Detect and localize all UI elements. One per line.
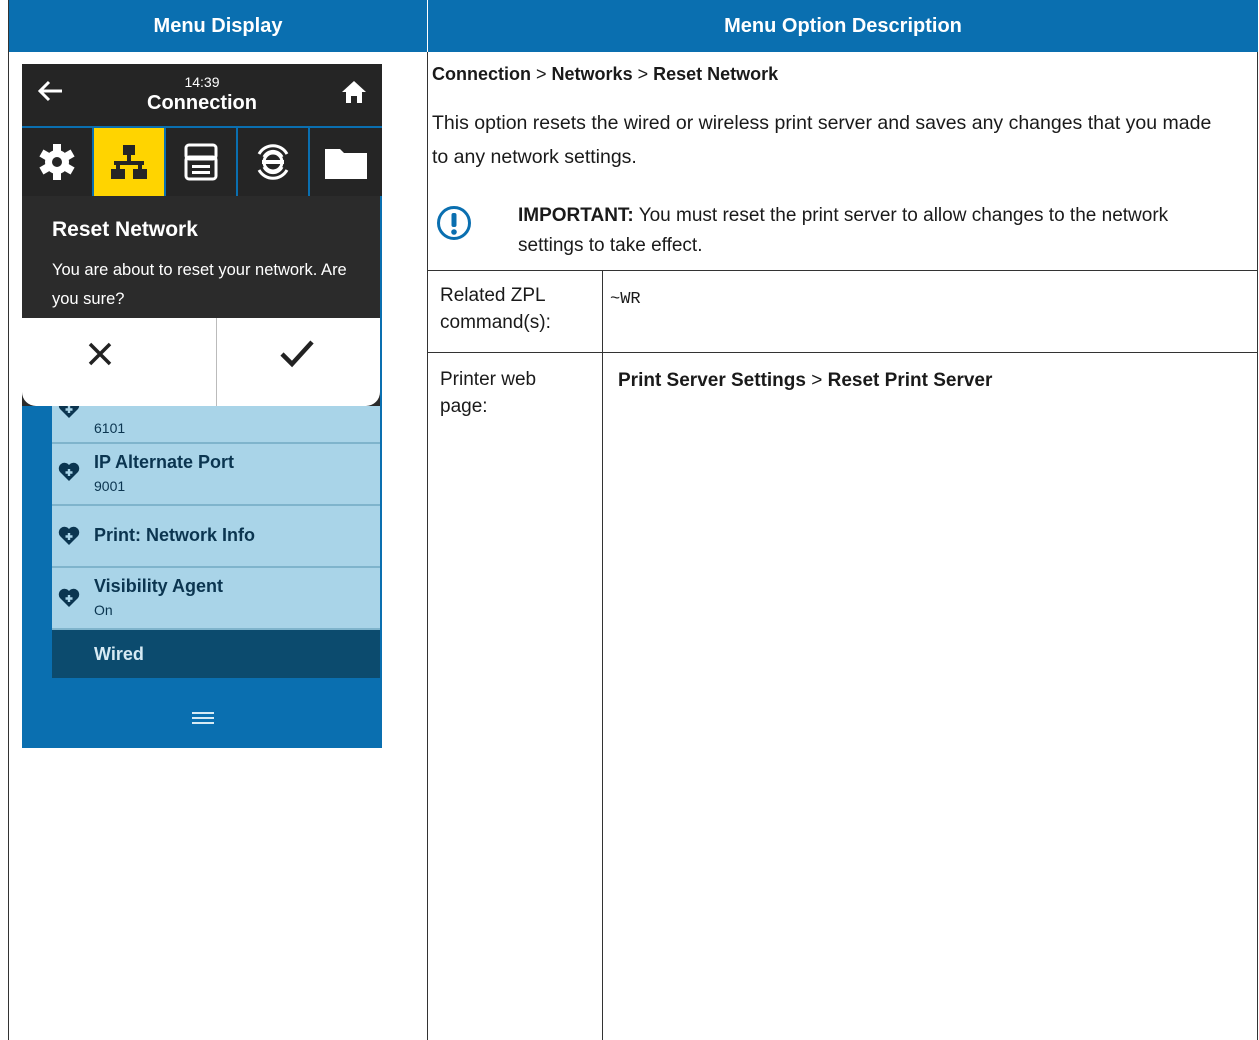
path-connection: Connection bbox=[432, 64, 531, 84]
heart-plus-icon bbox=[58, 462, 80, 481]
zpl-label: Related ZPL command(s): bbox=[440, 282, 551, 336]
heart-plus-icon bbox=[58, 588, 80, 607]
network-icon bbox=[111, 145, 147, 179]
section-wired-label: Wired bbox=[94, 644, 144, 664]
list-item-visibility-agent[interactable]: Visibility Agent On bbox=[52, 568, 380, 630]
path-separator: > bbox=[637, 64, 649, 84]
zpl-label-line2: command(s): bbox=[440, 312, 551, 333]
path-networks: Networks bbox=[551, 64, 633, 84]
dialog-button-divider bbox=[216, 318, 217, 406]
web-page-label: Printer web page: bbox=[440, 366, 536, 420]
gear-icon bbox=[39, 144, 75, 180]
header-menu-option-description: Menu Option Description bbox=[428, 0, 1258, 52]
list-item-title: IP Alternate Port bbox=[94, 452, 235, 472]
display-tabbar bbox=[22, 128, 382, 196]
home-icon[interactable] bbox=[340, 78, 368, 106]
list-item-print-network-info[interactable]: Print: Network Info bbox=[52, 506, 380, 568]
menu-path: Connection > Networks > Reset Network bbox=[432, 64, 778, 85]
tab-settings[interactable] bbox=[22, 128, 92, 196]
heart-plus-icon bbox=[58, 526, 80, 545]
cell-divider bbox=[602, 270, 603, 1040]
tab-sensors[interactable] bbox=[238, 128, 308, 196]
list-item-value: On bbox=[94, 602, 113, 618]
confirm-check-icon[interactable] bbox=[277, 336, 317, 372]
path-separator: > bbox=[536, 64, 547, 84]
row-divider bbox=[427, 270, 1258, 271]
display-title: Connection bbox=[147, 92, 257, 114]
path-reset-network: Reset Network bbox=[653, 64, 779, 84]
web-path-part1: Print Server Settings bbox=[618, 370, 806, 391]
section-wired[interactable]: Wired bbox=[52, 630, 380, 678]
web-path-separator: > bbox=[811, 370, 823, 391]
header-menu-display: Menu Display bbox=[9, 0, 427, 52]
option-description: This option resets the wired or wireless… bbox=[432, 112, 1212, 168]
list-item-ip-alternate-port[interactable]: IP Alternate Port 9001 bbox=[52, 444, 380, 506]
row-divider bbox=[427, 352, 1258, 353]
dialog-buttons bbox=[22, 318, 380, 406]
important-note: IMPORTANT: You must reset the print serv… bbox=[518, 201, 1218, 261]
note-label: IMPORTANT: bbox=[518, 205, 634, 226]
web-page-path: Print Server Settings > Reset Print Serv… bbox=[618, 370, 992, 392]
menu-icon[interactable] bbox=[192, 710, 214, 726]
tab-storage[interactable] bbox=[310, 128, 382, 196]
display-time: 14:39 bbox=[184, 74, 220, 90]
important-icon bbox=[437, 206, 471, 240]
list-item-value: 9001 bbox=[94, 478, 126, 494]
sensor-icon bbox=[257, 144, 289, 180]
printer-icon bbox=[184, 143, 218, 181]
zpl-label-line1: Related ZPL bbox=[440, 285, 546, 306]
display-topbar: 14:39 Connection bbox=[22, 64, 382, 126]
web-label-line2: page: bbox=[440, 396, 488, 417]
folder-icon bbox=[325, 149, 367, 179]
dialog-title: Reset Network bbox=[52, 218, 198, 241]
zpl-command: ~WR bbox=[610, 290, 641, 309]
tab-print[interactable] bbox=[166, 128, 236, 196]
cancel-x-icon[interactable] bbox=[82, 334, 118, 374]
list-item-title: Print: Network Info bbox=[94, 525, 255, 545]
dialog-message: You are about to reset your network. Are… bbox=[52, 261, 347, 308]
printer-display: 14:39 Connection 6101 IP Alternate Port … bbox=[22, 64, 382, 748]
list-item-value: 6101 bbox=[94, 420, 126, 436]
tab-connection[interactable] bbox=[94, 128, 164, 196]
list-item-title: Visibility Agent bbox=[94, 576, 224, 596]
column-divider bbox=[427, 52, 428, 1040]
web-label-line1: Printer web bbox=[440, 369, 537, 390]
web-path-part2: Reset Print Server bbox=[827, 370, 993, 391]
